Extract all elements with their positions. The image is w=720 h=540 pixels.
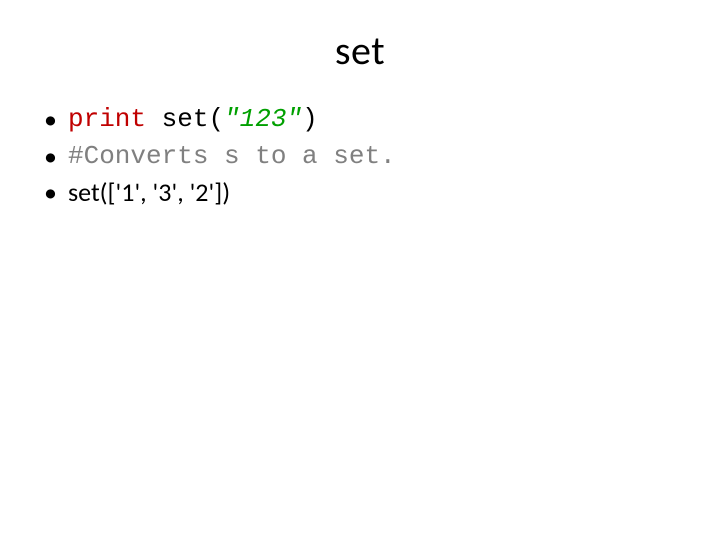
code-func: set	[162, 104, 209, 134]
bullet-comment: #Converts s to a set.	[44, 140, 680, 173]
bullet-output: set(['1', '3', '2'])	[44, 176, 680, 209]
code-keyword: print	[68, 104, 146, 134]
slide: set print set("123") #Converts s to a se…	[0, 0, 720, 540]
code-lparen: (	[208, 104, 224, 134]
bullet-list: print set("123") #Converts s to a set. s…	[40, 103, 680, 209]
code-rparen: )	[302, 104, 318, 134]
slide-title: set	[40, 26, 680, 75]
comment-line: #Converts s to a set.	[68, 140, 396, 173]
code-line: print set("123")	[68, 103, 318, 136]
bullet-code: print set("123")	[44, 103, 680, 136]
code-string: "123"	[224, 104, 302, 134]
code-space	[146, 104, 162, 134]
output-line: set(['1', '3', '2'])	[68, 176, 230, 209]
